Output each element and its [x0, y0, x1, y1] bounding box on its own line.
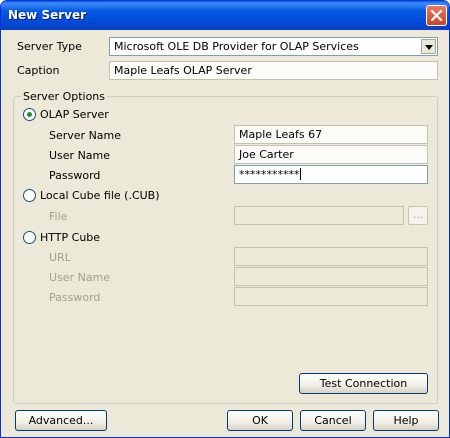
- url-label: URL: [49, 251, 71, 264]
- password-field[interactable]: ***********: [234, 165, 428, 184]
- text-cursor: [299, 168, 301, 180]
- password-label: Password: [49, 169, 101, 182]
- local-cube-radio[interactable]: [23, 189, 36, 202]
- http-user-name-label: User Name: [49, 271, 111, 284]
- server-type-select[interactable]: Microsoft OLE DB Provider for OLAP Servi…: [109, 37, 438, 56]
- file-label: File: [49, 210, 68, 223]
- http-cube-radio[interactable]: [23, 231, 36, 244]
- chevron-down-icon: [425, 45, 433, 50]
- server-options-legend: Server Options: [21, 90, 108, 103]
- password-value: ***********: [239, 168, 300, 181]
- test-connection-button[interactable]: Test Connection: [299, 373, 428, 394]
- file-field[interactable]: [234, 206, 404, 225]
- server-type-dropdown-button[interactable]: [421, 39, 436, 54]
- ok-button[interactable]: OK: [227, 410, 293, 431]
- olap-server-label: OLAP Server: [40, 108, 109, 121]
- help-button[interactable]: Help: [373, 410, 439, 431]
- server-name-label: Server Name: [49, 129, 122, 142]
- server-type-label: Server Type: [17, 40, 82, 53]
- caption-field[interactable]: Maple Leafs OLAP Server: [109, 61, 438, 80]
- cancel-button[interactable]: Cancel: [300, 410, 366, 431]
- browse-file-button[interactable]: ...: [408, 206, 428, 225]
- close-button[interactable]: [426, 5, 447, 26]
- server-type-value: Microsoft OLE DB Provider for OLAP Servi…: [114, 40, 359, 53]
- url-field[interactable]: [234, 247, 428, 266]
- new-server-dialog: New Server Server Type Microsoft OLE DB …: [0, 0, 450, 438]
- local-cube-label: Local Cube file (.CUB): [40, 189, 160, 202]
- http-user-name-field[interactable]: [234, 267, 428, 286]
- user-name-label: User Name: [49, 149, 111, 162]
- radio-selected-dot: [27, 112, 32, 117]
- window-title: New Server: [8, 8, 87, 22]
- caption-label: Caption: [17, 64, 60, 77]
- http-password-label: Password: [49, 291, 101, 304]
- close-icon: [431, 10, 442, 21]
- title-bar[interactable]: New Server: [1, 1, 449, 30]
- user-name-field[interactable]: Joe Carter: [234, 145, 428, 164]
- server-name-field[interactable]: Maple Leafs 67: [234, 125, 428, 144]
- advanced-button[interactable]: Advanced...: [15, 410, 107, 431]
- http-password-field[interactable]: [234, 287, 428, 306]
- olap-server-radio[interactable]: [23, 108, 36, 121]
- http-cube-label: HTTP Cube: [40, 231, 101, 244]
